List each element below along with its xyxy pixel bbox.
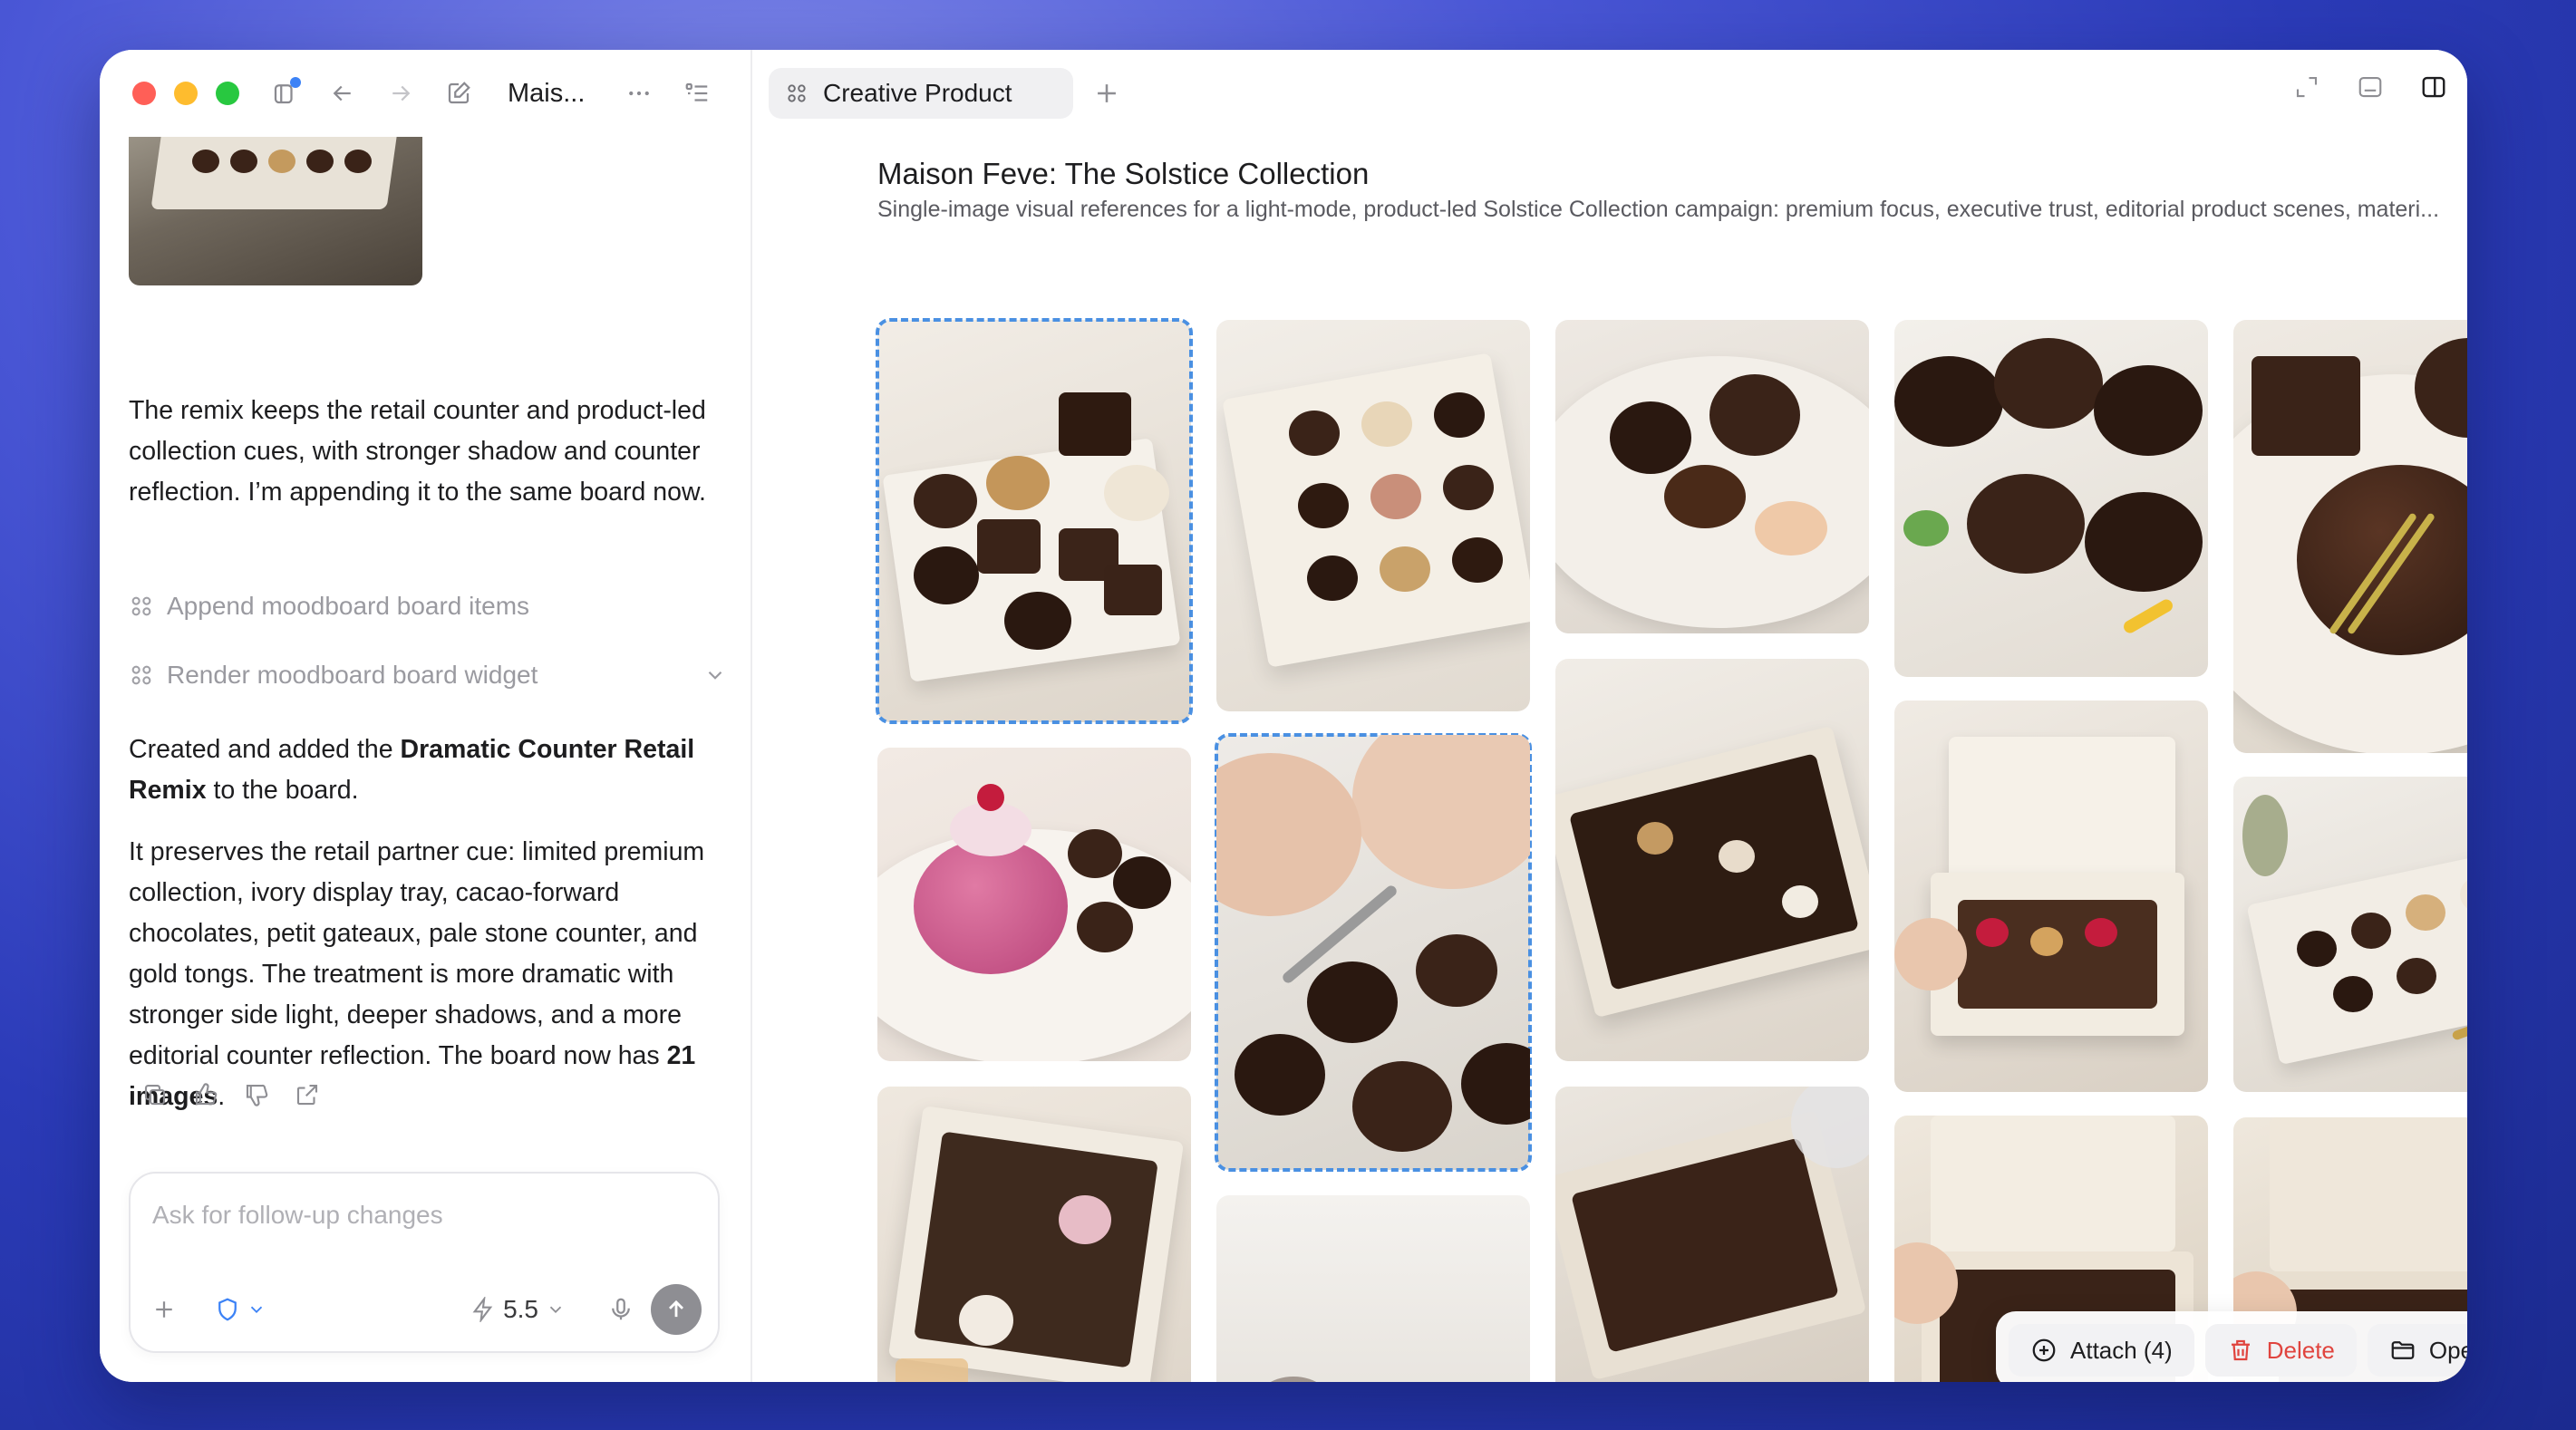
copy-icon[interactable] bbox=[141, 1081, 169, 1108]
board-image-box-open[interactable] bbox=[1555, 1087, 1869, 1382]
minimize-window-button[interactable] bbox=[174, 82, 198, 105]
open-in-button[interactable]: Open In bbox=[2367, 1324, 2467, 1377]
list-icon[interactable] bbox=[679, 75, 715, 111]
arrow-up-icon bbox=[669, 1300, 683, 1318]
board-image-box-nine[interactable] bbox=[877, 1087, 1191, 1382]
delete-label: Delete bbox=[2266, 1336, 2335, 1364]
forward-arrow-icon[interactable] bbox=[383, 75, 419, 111]
close-window-button[interactable] bbox=[132, 82, 156, 105]
selection-action-bar: Attach (4) Delete Open In bbox=[1996, 1311, 2467, 1382]
thumbs-down-icon[interactable] bbox=[243, 1081, 270, 1108]
shield-icon[interactable] bbox=[214, 1296, 241, 1323]
model-selector[interactable]: 5.5 bbox=[470, 1295, 566, 1324]
board-image-petit-gateau[interactable] bbox=[877, 748, 1191, 1061]
board-image-box-grid[interactable] bbox=[1216, 320, 1530, 711]
attach-button[interactable]: Attach (4) bbox=[2009, 1324, 2194, 1377]
chevron-down-icon bbox=[549, 1306, 562, 1314]
back-arrow-icon[interactable] bbox=[324, 75, 361, 111]
message-actions bbox=[141, 1081, 321, 1108]
delete-button[interactable]: Delete bbox=[2204, 1324, 2357, 1377]
open-in-label: Open In bbox=[2428, 1336, 2467, 1364]
chevron-down-icon[interactable] bbox=[247, 1300, 266, 1319]
board-image-box-sixteen[interactable] bbox=[1555, 659, 1869, 1061]
grid-icon bbox=[131, 596, 151, 616]
composer-toolbar: 5.5 bbox=[150, 1284, 702, 1335]
board-image-loading[interactable] bbox=[1216, 1195, 1530, 1382]
app-window: Mais... The remix keeps the retail count… bbox=[100, 50, 2467, 1382]
tool-call-render[interactable]: Render moodboard board widget bbox=[129, 655, 727, 695]
board-image-gold-dome[interactable] bbox=[2233, 320, 2467, 753]
tool-call-append[interactable]: Append moodboard board items bbox=[129, 586, 727, 626]
zoom-window-button[interactable] bbox=[216, 82, 239, 105]
chevron-down-icon[interactable] bbox=[703, 663, 727, 687]
thumbs-up-icon[interactable] bbox=[192, 1081, 219, 1108]
more-icon[interactable] bbox=[621, 75, 657, 111]
board-image-display-tray[interactable] bbox=[2233, 777, 2467, 1092]
compose-icon[interactable] bbox=[441, 75, 477, 111]
folder-icon bbox=[2391, 1341, 2415, 1359]
traffic-lights bbox=[132, 82, 239, 105]
sidebar-toggle-icon[interactable] bbox=[266, 75, 303, 111]
chat-pane: Mais... The remix keeps the retail count… bbox=[100, 50, 752, 1382]
board-image-tweezers[interactable] bbox=[1215, 733, 1532, 1172]
moodboard-grid bbox=[754, 50, 2467, 1382]
title-bar: Mais... bbox=[100, 50, 752, 137]
assistant-message: The remix keeps the retail counter and p… bbox=[129, 396, 706, 507]
plus-circle-icon bbox=[2032, 1338, 2056, 1362]
bolt-icon bbox=[472, 1297, 493, 1322]
plus-icon[interactable] bbox=[150, 1296, 178, 1323]
composer[interactable]: Ask for follow-up changes 5.5 bbox=[129, 1172, 720, 1353]
assistant-message: Created and added the Dramatic Counter R… bbox=[129, 735, 695, 805]
board-image-keepsake-box[interactable] bbox=[1894, 701, 2208, 1092]
send-button[interactable] bbox=[651, 1284, 702, 1335]
tool-call-label: Append moodboard board items bbox=[167, 592, 530, 620]
microphone-icon[interactable] bbox=[607, 1296, 634, 1323]
grid-icon bbox=[131, 665, 151, 685]
trash-icon bbox=[2231, 1339, 2250, 1361]
board-image-shell-chocolates[interactable] bbox=[1894, 320, 2208, 677]
thread-title[interactable]: Mais... bbox=[508, 79, 585, 109]
attach-label: Attach (4) bbox=[2070, 1336, 2173, 1364]
chat-image-thumbnail[interactable] bbox=[129, 137, 422, 285]
composer-input[interactable]: Ask for follow-up changes bbox=[152, 1201, 443, 1230]
board-pane: Creative Product Maison Feve: The Solsti… bbox=[754, 50, 2467, 1382]
tool-call-label: Render moodboard board widget bbox=[167, 661, 538, 689]
share-icon[interactable] bbox=[294, 1081, 321, 1108]
board-image-plate-pralines[interactable] bbox=[1555, 320, 1869, 633]
model-version: 5.5 bbox=[503, 1295, 538, 1323]
assistant-message: It preserves the retail partner cue: lim… bbox=[129, 837, 705, 1111]
notification-dot bbox=[290, 77, 301, 88]
board-image-tray-assorted[interactable] bbox=[876, 318, 1193, 724]
